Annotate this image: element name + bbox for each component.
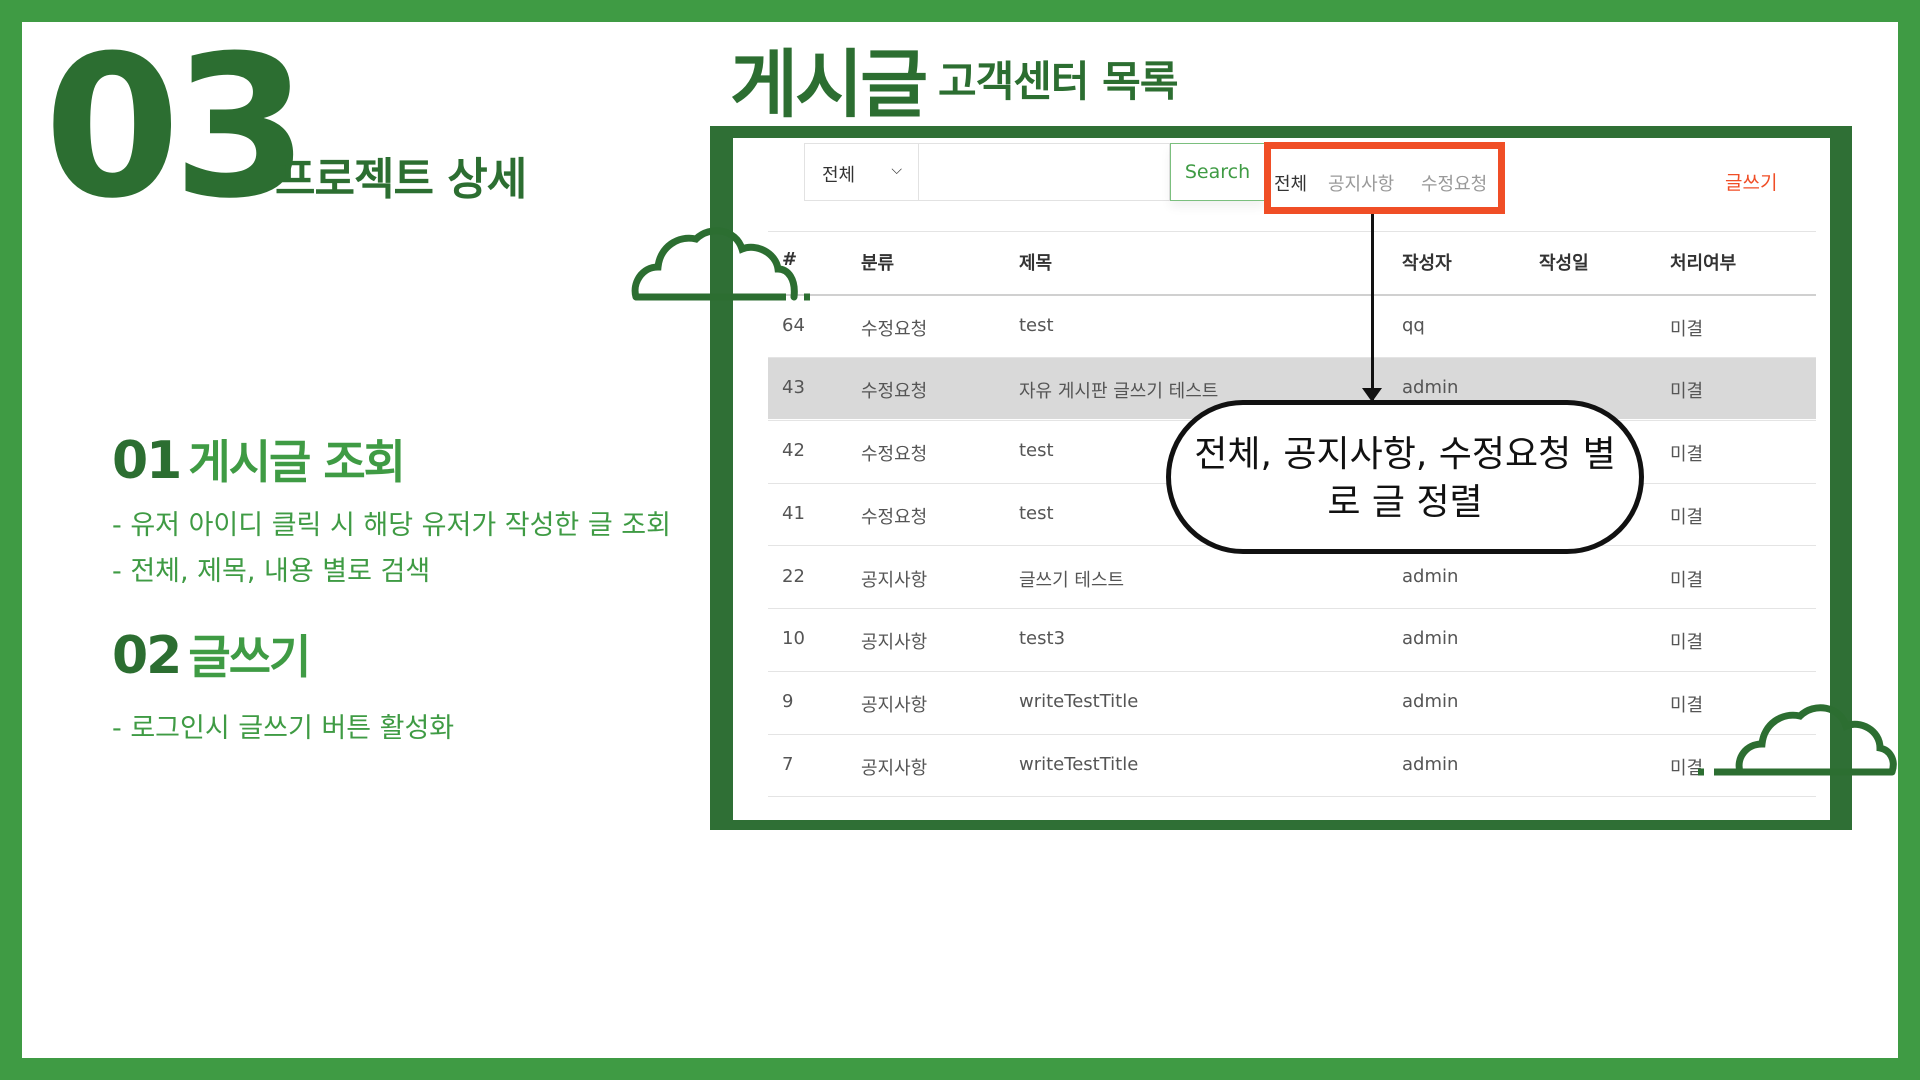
cell-no: 9 (782, 691, 794, 712)
column-header-author: 작성자 (1402, 253, 1452, 274)
row-divider (768, 608, 1816, 609)
callout-bubble: 전체, 공지사항, 수정요청 별 로 글 정렬 (1166, 400, 1644, 554)
cell-status: 미결 (1670, 319, 1704, 340)
cell-author[interactable]: admin (1402, 628, 1458, 649)
section-title: 프로젝트 상세 (275, 154, 527, 205)
cloud-icon (631, 227, 820, 301)
cell-author[interactable]: admin (1402, 691, 1458, 712)
section-number: 03 (44, 14, 309, 242)
table-top-rule (768, 231, 1816, 232)
column-header-status: 처리여부 (1670, 253, 1737, 274)
cell-category: 공지사항 (861, 632, 928, 653)
arrow-line (1371, 214, 1374, 400)
cell-title[interactable]: writeTestTitle (1019, 754, 1138, 775)
table-header-rule (768, 294, 1816, 296)
cell-no: 22 (782, 566, 805, 587)
feature-desc-line: - 로그인시 글쓰기 버튼 활성화 (112, 713, 455, 744)
cell-no: 7 (782, 754, 794, 775)
cell-title[interactable]: test3 (1019, 628, 1065, 649)
row-divider (768, 671, 1816, 672)
cell-status: 미결 (1670, 632, 1704, 653)
feature-heading-02: 02 글쓰기 (112, 621, 311, 687)
cell-no: 42 (782, 440, 805, 461)
cell-no: 10 (782, 628, 805, 649)
feature-number: 02 (112, 626, 182, 686)
cell-title[interactable]: writeTestTitle (1019, 691, 1138, 712)
cloud-icon (1698, 704, 1897, 776)
cell-title[interactable]: test (1019, 315, 1054, 336)
column-header-date: 작성일 (1539, 253, 1589, 274)
cell-category: 공지사항 (861, 695, 928, 716)
category-select[interactable]: 전체 ⌵ (804, 143, 918, 201)
feature-desc-line: - 전체, 제목, 내용 별로 검색 (112, 556, 431, 587)
cell-title[interactable]: test (1019, 503, 1054, 524)
cell-status: 미결 (1670, 507, 1704, 528)
cell-title[interactable]: 글쓰기 테스트 (1019, 566, 1124, 592)
filter-tab-notice[interactable]: 공지사항 (1328, 170, 1394, 196)
cell-no: 43 (782, 377, 805, 398)
filter-tab-request[interactable]: 수정요청 (1421, 170, 1487, 196)
cell-title[interactable]: 자유 게시판 글쓰기 테스트 (1019, 377, 1218, 403)
cell-status: 미결 (1670, 381, 1704, 402)
category-select-value: 전체 (822, 165, 856, 186)
row-divider (768, 357, 1816, 358)
cell-category: 공지사항 (861, 570, 928, 591)
feature-title: 게시글 조회 (188, 435, 406, 489)
cell-title[interactable]: test (1019, 440, 1054, 461)
search-button[interactable]: Search (1170, 143, 1265, 201)
cell-no: 64 (782, 315, 805, 336)
page-title: 게시글 (730, 42, 928, 128)
cell-status: 미결 (1670, 570, 1704, 591)
cell-status: 미결 (1670, 444, 1704, 465)
cell-category: 수정요청 (861, 444, 928, 465)
search-input[interactable] (918, 143, 1170, 201)
chevron-down-icon: ⌵ (891, 162, 902, 178)
page-subtitle: 고객센터 목록 (938, 57, 1178, 106)
cell-no: 41 (782, 503, 805, 524)
cell-author[interactable]: qq (1402, 315, 1425, 336)
row-divider (768, 734, 1816, 735)
filter-tab-all[interactable]: 전체 (1274, 170, 1307, 196)
callout-line: 로 글 정렬 (1327, 482, 1483, 523)
feature-number: 01 (112, 431, 182, 491)
cell-category: 공지사항 (861, 758, 928, 779)
cell-category: 수정요청 (861, 381, 928, 402)
column-header-title: 제목 (1019, 253, 1053, 274)
feature-desc-line: - 유저 아이디 클릭 시 해당 유저가 작성한 글 조회 (112, 510, 671, 541)
row-divider (768, 796, 1816, 797)
callout-line: 전체, 공지사항, 수정요청 별 (1194, 434, 1616, 475)
cell-author[interactable]: admin (1402, 377, 1458, 398)
feature-title: 글쓰기 (188, 630, 311, 684)
cell-author[interactable]: admin (1402, 566, 1458, 587)
write-button[interactable]: 글쓰기 (1725, 168, 1777, 195)
feature-heading-01: 01 게시글 조회 (112, 426, 406, 492)
cell-author[interactable]: admin (1402, 754, 1458, 775)
cell-category: 수정요청 (861, 319, 928, 340)
cell-category: 수정요청 (861, 507, 928, 528)
column-header-category: 분류 (861, 253, 895, 274)
